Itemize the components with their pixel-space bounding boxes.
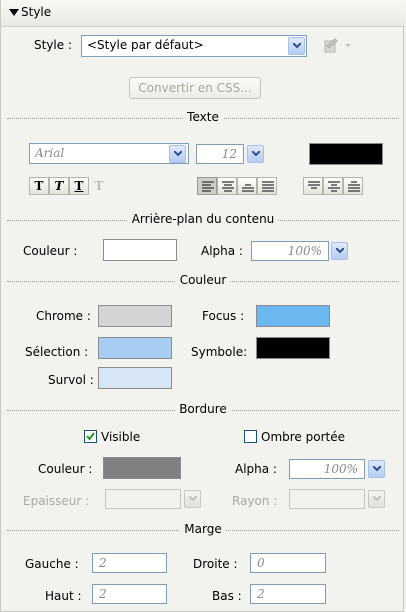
font-select[interactable]: Arial bbox=[29, 143, 189, 164]
chrome-color-swatch[interactable] bbox=[98, 305, 172, 327]
section-couleur-title: Couleur bbox=[175, 273, 231, 287]
margin-bottom-label: Bas : bbox=[212, 589, 242, 603]
hover-color-swatch[interactable] bbox=[98, 367, 172, 389]
convert-to-css-button[interactable]: Convertir en CSS... bbox=[129, 77, 261, 99]
bg-color-label: Couleur : bbox=[23, 244, 78, 258]
radius-input bbox=[289, 489, 365, 509]
radius-label: Rayon : bbox=[232, 494, 278, 508]
section-bordure: Bordure bbox=[7, 402, 399, 416]
section-couleur: Couleur bbox=[7, 273, 399, 287]
chevron-down-icon[interactable] bbox=[331, 242, 348, 260]
focus-color-swatch[interactable] bbox=[256, 305, 330, 327]
bg-alpha-input[interactable]: 100% bbox=[251, 241, 329, 261]
panel-header[interactable]: Style bbox=[1, 0, 405, 27]
underline-button[interactable]: T bbox=[69, 177, 89, 195]
valign-middle-button[interactable] bbox=[323, 177, 343, 195]
collapse-triangle-icon[interactable] bbox=[9, 9, 19, 16]
border-color-swatch[interactable] bbox=[103, 457, 181, 479]
focus-label: Focus : bbox=[202, 309, 245, 323]
border-alpha-value: 100% bbox=[323, 462, 358, 476]
align-left-button[interactable] bbox=[197, 177, 217, 195]
margin-bottom-input[interactable]: 2 bbox=[250, 584, 326, 604]
bg-color-swatch[interactable] bbox=[103, 239, 177, 261]
thickness-input bbox=[105, 489, 181, 509]
section-arriere-plan-title: Arrière-plan du contenu bbox=[127, 212, 279, 226]
section-marge: Marge bbox=[7, 522, 399, 536]
bg-alpha-value: 100% bbox=[287, 244, 322, 258]
bg-alpha-label: Alpha : bbox=[201, 244, 243, 258]
border-alpha-input[interactable]: 100% bbox=[289, 459, 365, 479]
section-texte-title: Texte bbox=[183, 110, 223, 124]
bold-button[interactable]: T bbox=[29, 177, 49, 195]
selection-color-swatch[interactable] bbox=[98, 337, 172, 359]
margin-right-value: 0 bbox=[257, 556, 265, 570]
panel-title: Style bbox=[21, 5, 52, 19]
margin-top-value: 2 bbox=[99, 587, 107, 601]
chrome-label: Chrome : bbox=[36, 309, 91, 323]
margin-top-label: Haut : bbox=[45, 589, 82, 603]
drop-shadow-checkbox[interactable] bbox=[244, 430, 257, 443]
italic-button[interactable]: T bbox=[49, 177, 69, 195]
valign-bottom-button[interactable] bbox=[343, 177, 363, 195]
chevron-down-icon bbox=[184, 490, 201, 508]
margin-bottom-value: 2 bbox=[257, 587, 265, 601]
style-options-icon[interactable] bbox=[323, 37, 353, 55]
section-arriere-plan: Arrière-plan du contenu bbox=[7, 212, 399, 226]
align-center-button[interactable] bbox=[217, 177, 237, 195]
border-alpha-label: Alpha : bbox=[235, 462, 277, 476]
symbol-color-swatch[interactable] bbox=[256, 337, 330, 359]
section-bordure-title: Bordure bbox=[175, 402, 231, 416]
margin-left-input[interactable]: 2 bbox=[92, 553, 167, 573]
border-color-label: Couleur : bbox=[38, 462, 93, 476]
margin-right-input[interactable]: 0 bbox=[250, 553, 326, 573]
align-justify-button[interactable] bbox=[257, 177, 277, 195]
section-texte: Texte bbox=[7, 110, 399, 124]
style-panel: Style Style : <Style par défaut> Convert… bbox=[0, 0, 405, 612]
text-color-swatch[interactable] bbox=[309, 143, 383, 165]
margin-right-label: Droite : bbox=[193, 557, 238, 571]
align-bottom-button[interactable] bbox=[237, 177, 257, 195]
thickness-label: Epaisseur : bbox=[23, 494, 90, 508]
font-size-value: 12 bbox=[221, 147, 237, 161]
margin-top-input[interactable]: 2 bbox=[92, 584, 167, 604]
section-marge-title: Marge bbox=[180, 522, 226, 536]
drop-shadow-label: Ombre portée bbox=[261, 430, 345, 444]
chevron-down-icon[interactable] bbox=[169, 145, 186, 163]
hover-label: Survol : bbox=[48, 373, 94, 387]
style-select[interactable]: <Style par défaut> bbox=[81, 35, 307, 57]
visible-label: Visible bbox=[101, 430, 141, 444]
chevron-down-icon bbox=[368, 490, 385, 508]
chevron-down-icon[interactable] bbox=[247, 145, 264, 163]
visible-checkbox[interactable] bbox=[84, 430, 97, 443]
strikethrough-button: T bbox=[94, 179, 104, 193]
symbol-label: Symbole: bbox=[191, 345, 248, 359]
style-label: Style : bbox=[34, 38, 72, 52]
font-size-input[interactable]: 12 bbox=[196, 144, 244, 164]
selection-label: Sélection : bbox=[25, 345, 89, 359]
font-select-value: Arial bbox=[35, 146, 65, 160]
chevron-down-icon[interactable] bbox=[288, 37, 305, 55]
valign-top-button[interactable] bbox=[303, 177, 323, 195]
chevron-down-icon[interactable] bbox=[368, 460, 385, 478]
style-select-value: <Style par défaut> bbox=[87, 38, 204, 52]
margin-left-value: 2 bbox=[99, 556, 107, 570]
margin-left-label: Gauche : bbox=[25, 557, 79, 571]
